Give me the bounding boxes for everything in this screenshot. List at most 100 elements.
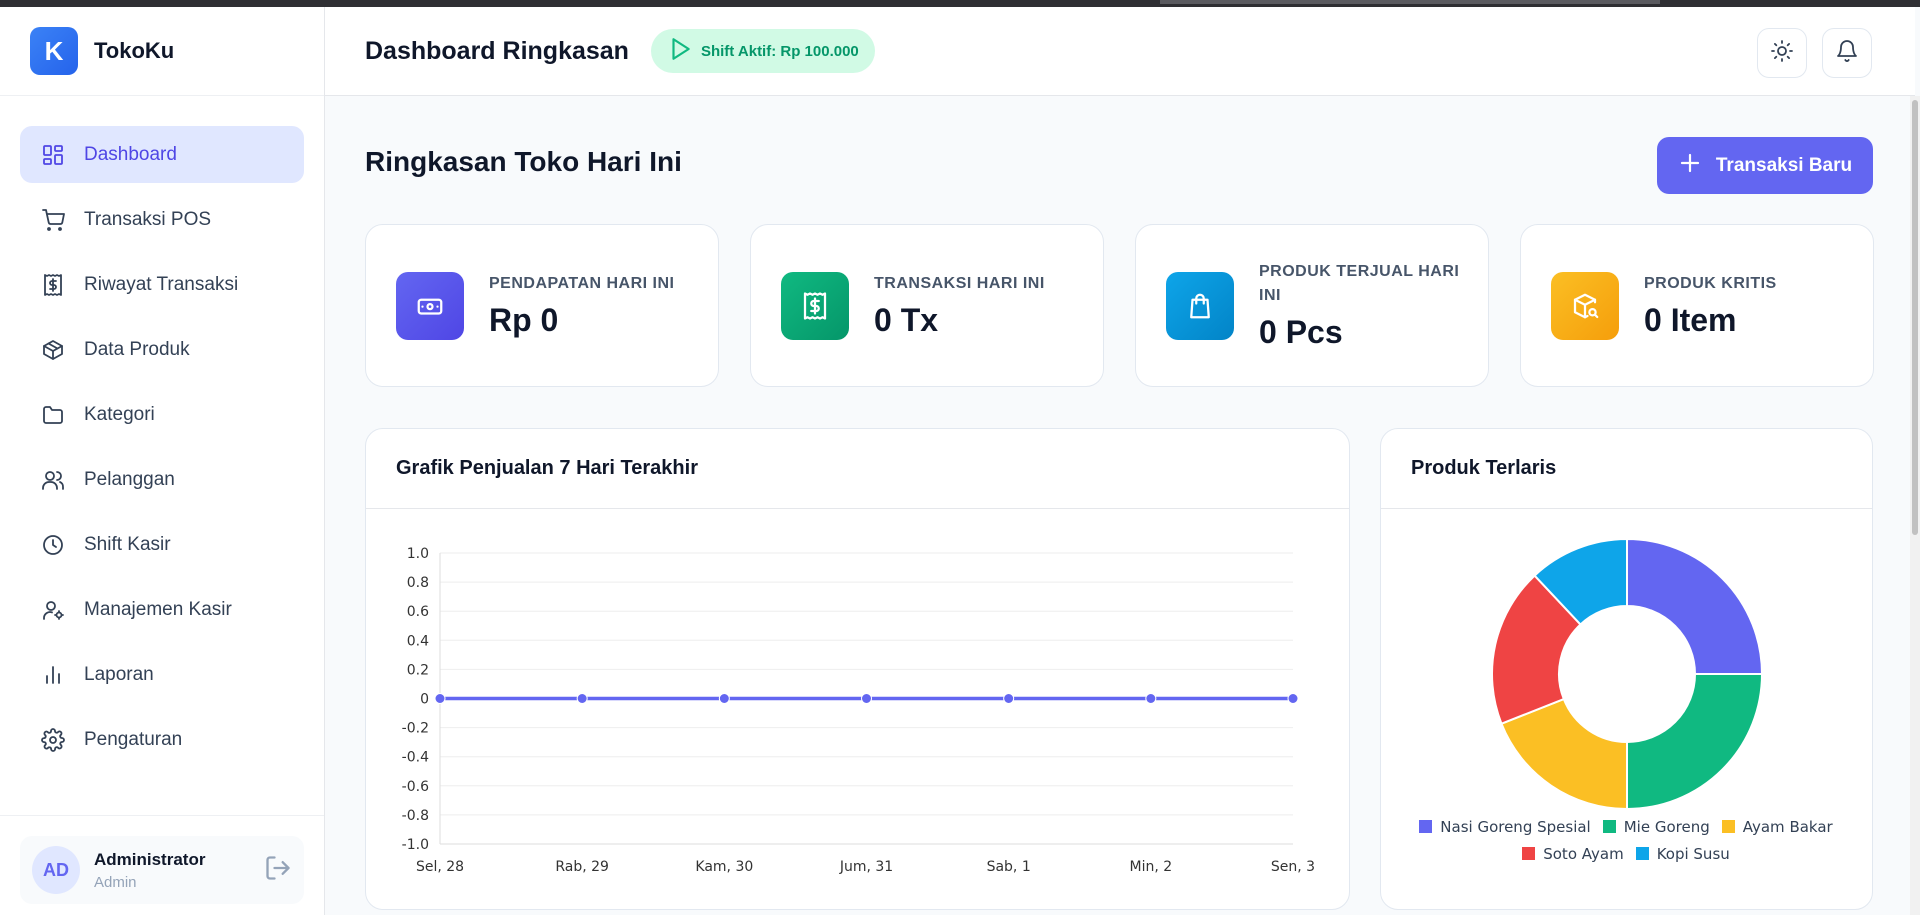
notifications-button[interactable] — [1822, 28, 1872, 78]
sidebar-item-data-produk[interactable]: Data Produk — [20, 321, 304, 378]
y-tick-label: 0.2 — [407, 662, 429, 678]
users-icon — [40, 467, 66, 493]
sidebar-item-manajemen-kasir[interactable]: Manajemen Kasir — [20, 581, 304, 638]
legend-swatch — [1419, 820, 1433, 833]
stat-value: Rp 0 — [489, 302, 559, 338]
box-icon — [40, 337, 66, 363]
logout-icon[interactable] — [264, 854, 292, 887]
legend-swatch — [1635, 847, 1649, 860]
legend-label: Mie Goreng — [1623, 817, 1710, 836]
legend-label: Ayam Bakar — [1742, 817, 1833, 836]
sidebar-item-riwayat-transaksi[interactable]: Riwayat Transaksi — [20, 256, 304, 313]
shopping-bag-icon — [1166, 271, 1234, 340]
top-products-doughnut-chart — [1491, 537, 1764, 811]
sidebar-item-label: Data Produk — [84, 338, 190, 360]
sidebar-item-label: Manajemen Kasir — [84, 598, 232, 620]
legend-item[interactable]: Ayam Bakar — [1721, 813, 1833, 840]
stat-card-pendapatan: PENDAPATAN HARI INI Rp 0 — [365, 224, 719, 387]
sidebar-item-label: Transaksi POS — [84, 208, 212, 230]
x-tick-label: Sen, 3 — [1271, 859, 1315, 875]
sidebar-item-kategori[interactable]: Kategori — [20, 386, 304, 443]
new-transaction-label: Transaksi Baru — [1715, 154, 1853, 176]
data-point — [576, 693, 588, 704]
x-tick-label: Sab, 1 — [987, 859, 1031, 875]
clock-icon — [40, 532, 66, 558]
stat-card-produk-terjual: PRODUK TERJUAL HARI INI 0 Pcs — [1135, 224, 1489, 387]
stat-value: 0 Tx — [874, 302, 939, 338]
dashboard-icon — [40, 142, 66, 168]
user-role: Admin — [94, 873, 137, 891]
stat-value: 0 Item — [1644, 302, 1737, 338]
legend-item[interactable]: Soto Ayam — [1522, 840, 1624, 867]
pie-slice — [1626, 673, 1764, 811]
stat-label: TRANSAKSI HARI INI — [874, 275, 1045, 292]
top-products-panel: Produk Terlaris Nasi Goreng Spesial Mie G… — [1380, 428, 1873, 910]
section-title: Ringkasan Toko Hari Ini — [365, 146, 682, 177]
sidebar-nav: Dashboard Transaksi POS Riwayat Transaks… — [0, 96, 324, 768]
y-tick-label: 0 — [420, 692, 429, 708]
top-header: Dashboard Ringkasan Shift Aktif: Rp 100.… — [325, 7, 1915, 96]
pie-slice — [1626, 537, 1764, 675]
legend-label: Soto Ayam — [1543, 844, 1624, 863]
sidebar-item-pengaturan[interactable]: Pengaturan — [20, 711, 304, 768]
user-section: AD Administrator Admin — [0, 815, 324, 915]
y-tick-label: -1.0 — [402, 837, 429, 853]
data-point — [434, 693, 446, 704]
stat-label: PENDAPATAN HARI INI — [489, 275, 675, 292]
legend-swatch — [1721, 820, 1735, 833]
legend-item[interactable]: Mie Goreng — [1602, 813, 1710, 840]
shift-status-badge[interactable]: Shift Aktif: Rp 100.000 — [650, 29, 875, 73]
data-point — [1287, 693, 1299, 704]
sidebar-item-laporan[interactable]: Laporan — [20, 646, 304, 703]
sidebar-item-label: Shift Kasir — [84, 533, 171, 555]
sun-icon — [1770, 39, 1794, 68]
user-name: Administrator — [94, 849, 206, 869]
y-tick-label: -0.8 — [402, 808, 429, 824]
brand[interactable]: K TokoKu — [0, 7, 324, 96]
data-point — [861, 693, 872, 704]
page-title: Dashboard Ringkasan — [365, 36, 629, 65]
new-transaction-button[interactable]: Transaksi Baru — [1657, 137, 1873, 194]
legend-label: Nasi Goreng Spesial — [1440, 817, 1591, 836]
y-tick-label: 0.8 — [407, 575, 429, 591]
legend-swatch — [1602, 820, 1616, 833]
x-tick-label: Rab, 29 — [555, 859, 609, 875]
y-tick-label: 1.0 — [407, 546, 429, 562]
top-products-title: Produk Terlaris — [1381, 429, 1872, 509]
receipt-icon — [40, 272, 66, 298]
sidebar-item-transaksi-pos[interactable]: Transaksi POS — [20, 191, 304, 248]
stat-label: PRODUK KRITIS — [1644, 275, 1777, 292]
shift-badge-label: Shift Aktif: Rp 100.000 — [700, 42, 859, 60]
sidebar-item-pelanggan[interactable]: Pelanggan — [20, 451, 304, 508]
x-tick-label: Sel, 28 — [416, 859, 464, 875]
x-tick-label: Min, 2 — [1130, 859, 1173, 875]
top-products-legend: Nasi Goreng Spesial Mie Goreng Ayam Bakar S… — [1381, 813, 1871, 867]
cart-icon — [40, 207, 66, 233]
legend-item[interactable]: Kopi Susu — [1635, 840, 1730, 867]
sidebar-item-dashboard[interactable]: Dashboard — [20, 126, 304, 183]
browser-top-highlight — [1160, 0, 1660, 4]
page-scrollbar-thumb[interactable] — [1912, 100, 1918, 535]
sidebar: K TokoKu Dashboard Transaksi POS Riwayat… — [0, 7, 325, 915]
y-tick-label: -0.2 — [402, 721, 429, 737]
y-tick-label: 0.4 — [407, 633, 429, 649]
y-tick-label: -0.4 — [402, 750, 429, 766]
bell-icon — [1835, 39, 1859, 68]
sidebar-item-shift-kasir[interactable]: Shift Kasir — [20, 516, 304, 573]
data-point — [718, 693, 730, 704]
sidebar-item-label: Riwayat Transaksi — [84, 273, 239, 295]
legend-label: Kopi Susu — [1656, 844, 1730, 863]
play-icon — [667, 36, 701, 66]
legend-item[interactable]: Nasi Goreng Spesial — [1419, 813, 1591, 840]
stat-label: PRODUK TERJUAL HARI INI — [1259, 263, 1460, 304]
receipt-icon — [781, 271, 849, 340]
bar-chart-icon — [40, 662, 66, 688]
sidebar-item-label: Laporan — [84, 663, 154, 685]
folder-icon — [40, 402, 66, 428]
sidebar-item-label: Pengaturan — [84, 728, 183, 750]
sales-chart-panel: Grafik Penjualan 7 Hari Terakhir 1.0 0.8 0… — [365, 428, 1350, 910]
data-point — [1145, 693, 1157, 704]
package-search-icon — [1551, 271, 1619, 340]
theme-toggle-button[interactable] — [1757, 28, 1807, 78]
sidebar-item-label: Dashboard — [84, 143, 177, 165]
